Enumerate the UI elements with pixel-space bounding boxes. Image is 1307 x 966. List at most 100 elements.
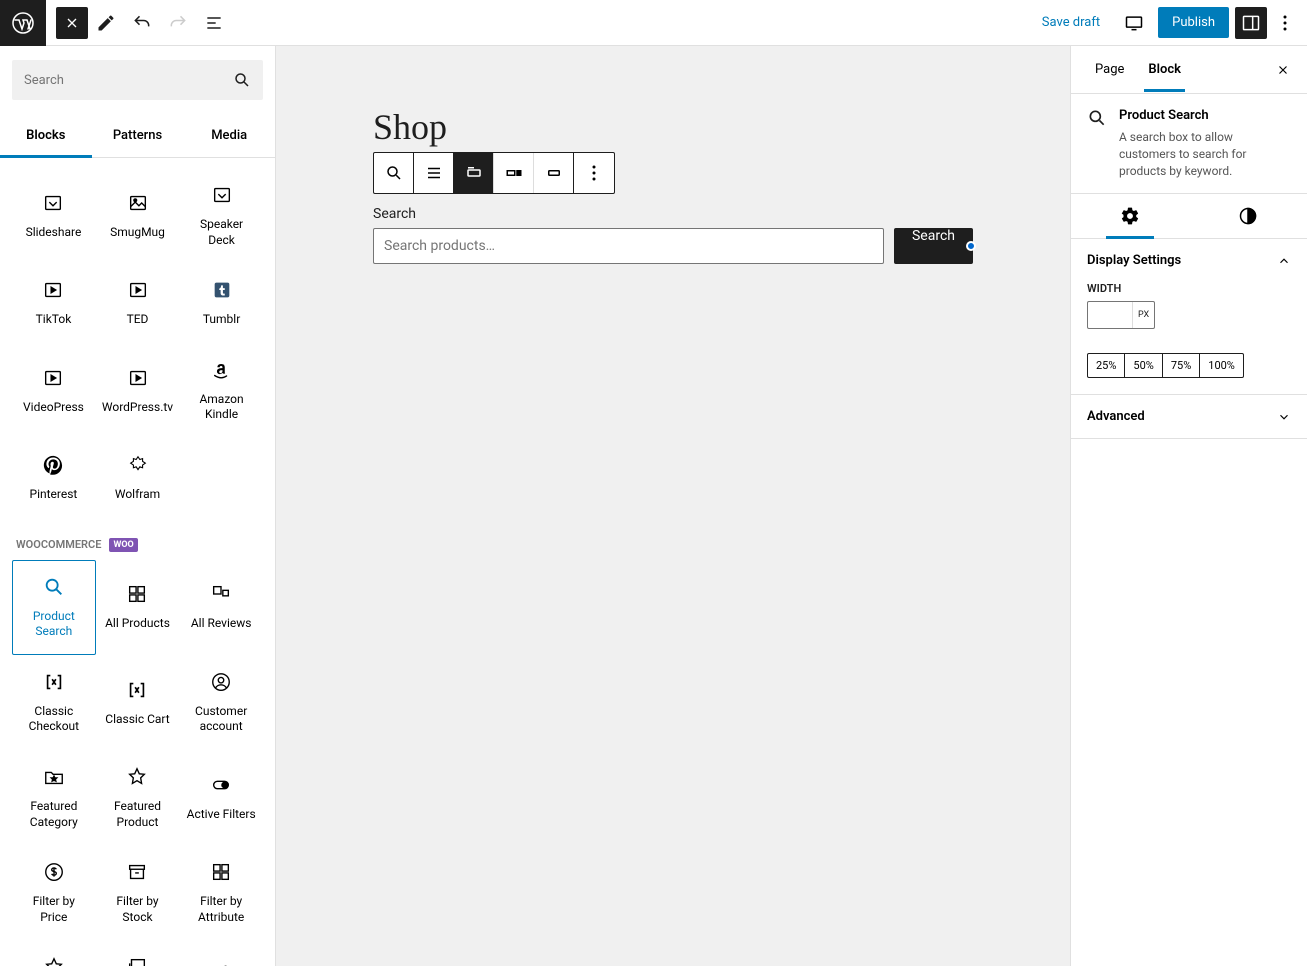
block-type-icon[interactable] [374,153,414,193]
block-label: VideoPress [23,400,84,416]
inserter-search-input[interactable] [24,73,233,88]
woo-badge-icon: WOO [109,538,137,552]
amazon-icon [210,358,234,382]
block-label: Classic Checkout [19,704,89,735]
block-label: Filter by Stock [103,894,173,925]
block-item-tumblr[interactable]: Tumblr [180,263,263,343]
width-label: WIDTH [1087,282,1291,295]
settings-tab-icon[interactable] [1071,194,1189,238]
block-item-customer-account[interactable]: Customer account [179,655,263,750]
reviews-icon [209,582,233,606]
account-icon [209,670,233,694]
block-item-classic-cart[interactable]: Classic Cart [96,655,180,750]
search-label[interactable]: Search [373,206,973,222]
product-search-block: Search [373,228,973,264]
block-item-ted[interactable]: TED [95,263,180,343]
button-position-icon[interactable] [494,153,534,193]
block-info-desc: A search box to allow customers to searc… [1119,129,1291,179]
button-label-icon[interactable] [534,153,574,193]
wordpress-logo-icon[interactable] [0,0,46,46]
tab-page[interactable]: Page [1083,48,1136,91]
star-outline-icon [42,955,66,966]
width-unit[interactable]: PX [1132,302,1154,328]
tab-media[interactable]: Media [183,114,275,157]
block-item-active-filters[interactable]: Active Filters [179,750,263,845]
block-item-featured-product[interactable]: Featured Product [96,750,180,845]
width-pct-100[interactable]: 100% [1200,354,1243,377]
preview-icon[interactable] [1116,5,1152,41]
product-search-button[interactable]: Search [894,228,973,264]
block-label: Active Filters [187,807,256,823]
width-pct-25[interactable]: 25% [1088,354,1125,377]
styles-tab-icon[interactable] [1189,194,1307,238]
undo-icon[interactable] [124,5,160,41]
block-item-smugmug[interactable]: SmugMug [95,168,180,263]
wolfram-icon [126,453,150,477]
product-search-input[interactable] [373,228,884,264]
close-inserter-button[interactable] [56,7,88,39]
tab-block[interactable]: Block [1136,48,1193,91]
block-item-tiktok[interactable]: TikTok [12,263,95,343]
block-item-speaker-deck[interactable]: Speaker Deck [180,168,263,263]
document-outline-icon[interactable] [196,5,232,41]
advanced-header[interactable]: Advanced [1071,395,1307,438]
width-pct-75[interactable]: 75% [1163,354,1200,377]
block-item-filter-by-rating[interactable]: Filter by Rating [12,940,96,966]
stack-icon [125,955,149,966]
tab-blocks[interactable]: Blocks [0,114,92,157]
block-item-filter-by-attribute[interactable]: Filter by Attribute [179,845,263,940]
block-item-mini-cart[interactable]: Mini-Cart [179,940,263,966]
slideshare-icon [41,191,65,215]
page-title[interactable]: Shop [373,106,973,148]
video-box-icon [126,278,150,302]
width-pct-50[interactable]: 50% [1125,354,1162,377]
save-draft-button[interactable]: Save draft [1032,7,1110,38]
image-icon [126,191,150,215]
redo-icon[interactable] [160,5,196,41]
sidebar-toggle-icon[interactable] [1235,7,1267,39]
block-label: Filter by Price [19,894,89,925]
top-toolbar: Save draft Publish [0,0,1307,46]
block-item-wolfram[interactable]: Wolfram [95,438,180,518]
width-input[interactable] [1088,308,1132,322]
star-outline-icon [125,765,149,789]
toggle-label-icon[interactable] [454,153,494,193]
editor-canvas[interactable]: Shop Search Search [276,46,1070,966]
block-item-wordpress.tv[interactable]: WordPress.tv [95,343,180,438]
block-item-all-products[interactable]: All Products [96,560,180,655]
block-item-pinterest[interactable]: Pinterest [12,438,95,518]
edit-tool-icon[interactable] [88,5,124,41]
block-item-product-search[interactable]: Product Search [12,560,96,655]
archive-icon [125,860,149,884]
block-item-classic-checkout[interactable]: Classic Checkout [12,655,96,750]
display-settings-panel: Display Settings WIDTH PX 25%50%75%100% [1071,239,1307,395]
block-label: Tumblr [203,312,240,328]
width-input-wrapper: PX [1087,301,1155,329]
block-item-amazon-kindle[interactable]: Amazon Kindle [180,343,263,438]
tab-patterns[interactable]: Patterns [92,114,184,157]
bracket-icon [42,670,66,694]
block-item-all-reviews[interactable]: All Reviews [179,560,263,655]
block-label: TED [127,312,149,328]
video-box-icon [41,278,65,302]
block-item-hand-picked-products[interactable]: Hand-picked Products [96,940,180,966]
block-label: WordPress.tv [102,400,173,416]
toggle-icon [209,773,233,797]
tumblr-icon [210,278,234,302]
more-menu-icon[interactable] [1273,5,1297,41]
block-item-filter-by-price[interactable]: Filter by Price [12,845,96,940]
block-item-videopress[interactable]: VideoPress [12,343,95,438]
blocks-list[interactable]: SlideshareSmugMugSpeaker Deck TikTok TED Tu… [0,158,275,966]
align-icon[interactable] [414,153,454,193]
close-sidebar-icon[interactable] [1271,58,1295,82]
toolbar-left [0,0,232,45]
block-item-filter-by-stock[interactable]: Filter by Stock [96,845,180,940]
publish-button[interactable]: Publish [1158,7,1229,38]
folder-star-icon [42,765,66,789]
display-settings-header[interactable]: Display Settings [1071,239,1307,282]
selection-handle-icon[interactable] [966,241,976,251]
block-item-featured-category[interactable]: Featured Category [12,750,96,845]
block-item-slideshare[interactable]: Slideshare [12,168,95,263]
inserter-search[interactable] [12,60,263,100]
block-more-icon[interactable] [574,153,614,193]
